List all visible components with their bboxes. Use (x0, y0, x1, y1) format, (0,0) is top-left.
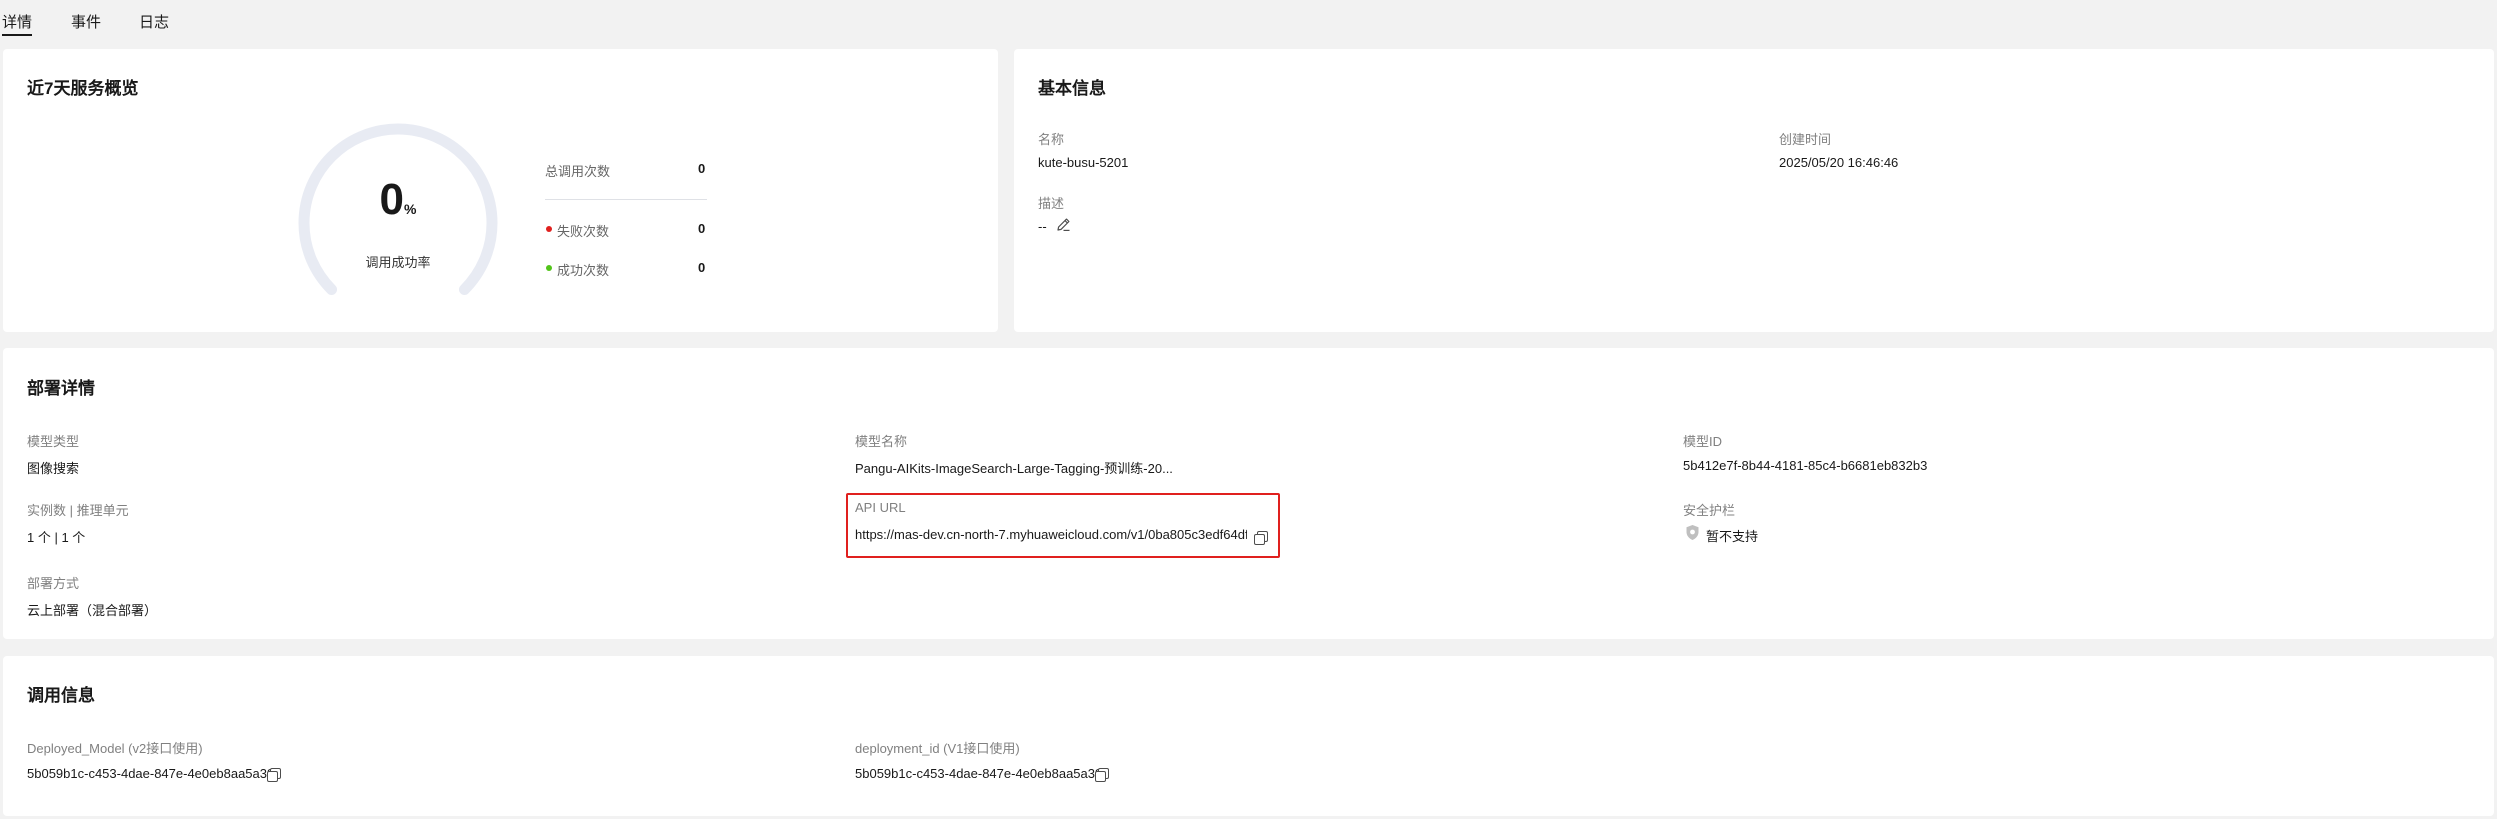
model-name-label: 模型名称 (855, 434, 908, 449)
success-rate-label: 调用成功率 (365, 255, 431, 270)
success-rate-gauge (298, 123, 498, 295)
tab-details[interactable]: 详情 (2, 14, 33, 36)
deployment-id-label: deployment_id (V1接口使用) (855, 741, 1020, 756)
tab-logs[interactable]: 日志 (139, 14, 169, 36)
shield-icon (1686, 525, 1699, 540)
name-label: 名称 (1038, 132, 1065, 147)
model-name-value: Pangu-AIKits-ImageSearch-Large-Tagging-预… (855, 461, 1173, 476)
model-type-label: 模型类型 (27, 434, 80, 449)
created-time-label: 创建时间 (1779, 132, 1832, 147)
api-url-highlight (846, 493, 1280, 558)
deployment-id-value: 5b059b1c-c453-4dae-847e-4e0eb8aa5a39 (855, 766, 1103, 781)
instances-label: 实例数 | 推理单元 (27, 503, 129, 518)
deployed-model-copy-icon[interactable] (267, 768, 281, 782)
success-dot (546, 265, 552, 271)
deploy-mode-value: 云上部署（混合部署） (27, 603, 158, 618)
description-label: 描述 (1038, 196, 1065, 211)
deploy-mode-label: 部署方式 (27, 576, 80, 591)
overview-card: 近7天服务概览 0% 调用成功率 总调用次数 0 失败次数 0 成功次数 0 (3, 49, 998, 332)
deployment-details-card: 部署详情 模型类型 图像搜索 模型名称 Pangu-AIKits-ImageSe… (3, 348, 2494, 639)
edit-icon[interactable] (1056, 217, 1071, 232)
basic-info-title: 基本信息 (1038, 79, 1106, 98)
model-id-value: 5b412e7f-8b44-4181-85c4-b6681eb832b3 (1683, 458, 1928, 473)
security-guard-label: 安全护栏 (1683, 503, 1736, 518)
tab-bar: 详情 事件 日志 (0, 0, 2497, 40)
total-calls-label: 总调用次数 (545, 164, 611, 179)
deployment-id-copy-icon[interactable] (1095, 768, 1109, 782)
failed-calls-label: 失败次数 (557, 224, 610, 239)
deployed-model-label: Deployed_Model (v2接口使用) (27, 741, 203, 756)
basic-info-card: 基本信息 名称 kute-busu-5201 创建时间 2025/05/20 1… (1014, 49, 2494, 332)
stats-divider (545, 199, 707, 200)
failed-calls-value: 0 (698, 221, 706, 236)
tab-events[interactable]: 事件 (71, 14, 101, 36)
failed-dot (546, 226, 552, 232)
overview-title: 近7天服务概览 (27, 79, 139, 98)
description-value: -- (1038, 219, 1047, 234)
model-id-label: 模型ID (1683, 434, 1723, 449)
success-rate-value: 0% (338, 175, 458, 225)
api-url-value: https://mas-dev.cn-north-7.myhuaweicloud… (855, 527, 1247, 542)
api-url-copy-icon[interactable] (1254, 531, 1268, 545)
invocation-info-title: 调用信息 (27, 686, 95, 705)
total-calls-value: 0 (698, 161, 706, 176)
created-time-value: 2025/05/20 16:46:46 (1779, 155, 1899, 170)
instances-value: 1 个 | 1 个 (27, 530, 86, 545)
success-rate-number: 0 (379, 175, 405, 224)
invocation-info-card: 调用信息 Deployed_Model (v2接口使用) 5b059b1c-c4… (3, 656, 2494, 816)
api-url-label: API URL (855, 500, 906, 515)
name-value: kute-busu-5201 (1038, 155, 1129, 170)
security-guard-value: 暂不支持 (1706, 529, 1759, 544)
success-calls-label: 成功次数 (557, 263, 610, 278)
model-type-value: 图像搜索 (27, 461, 80, 476)
success-calls-value: 0 (698, 260, 706, 275)
success-rate-unit: % (404, 201, 417, 217)
deployed-model-value: 5b059b1c-c453-4dae-847e-4e0eb8aa5a39 (27, 766, 275, 781)
deployment-details-title: 部署详情 (27, 379, 95, 398)
